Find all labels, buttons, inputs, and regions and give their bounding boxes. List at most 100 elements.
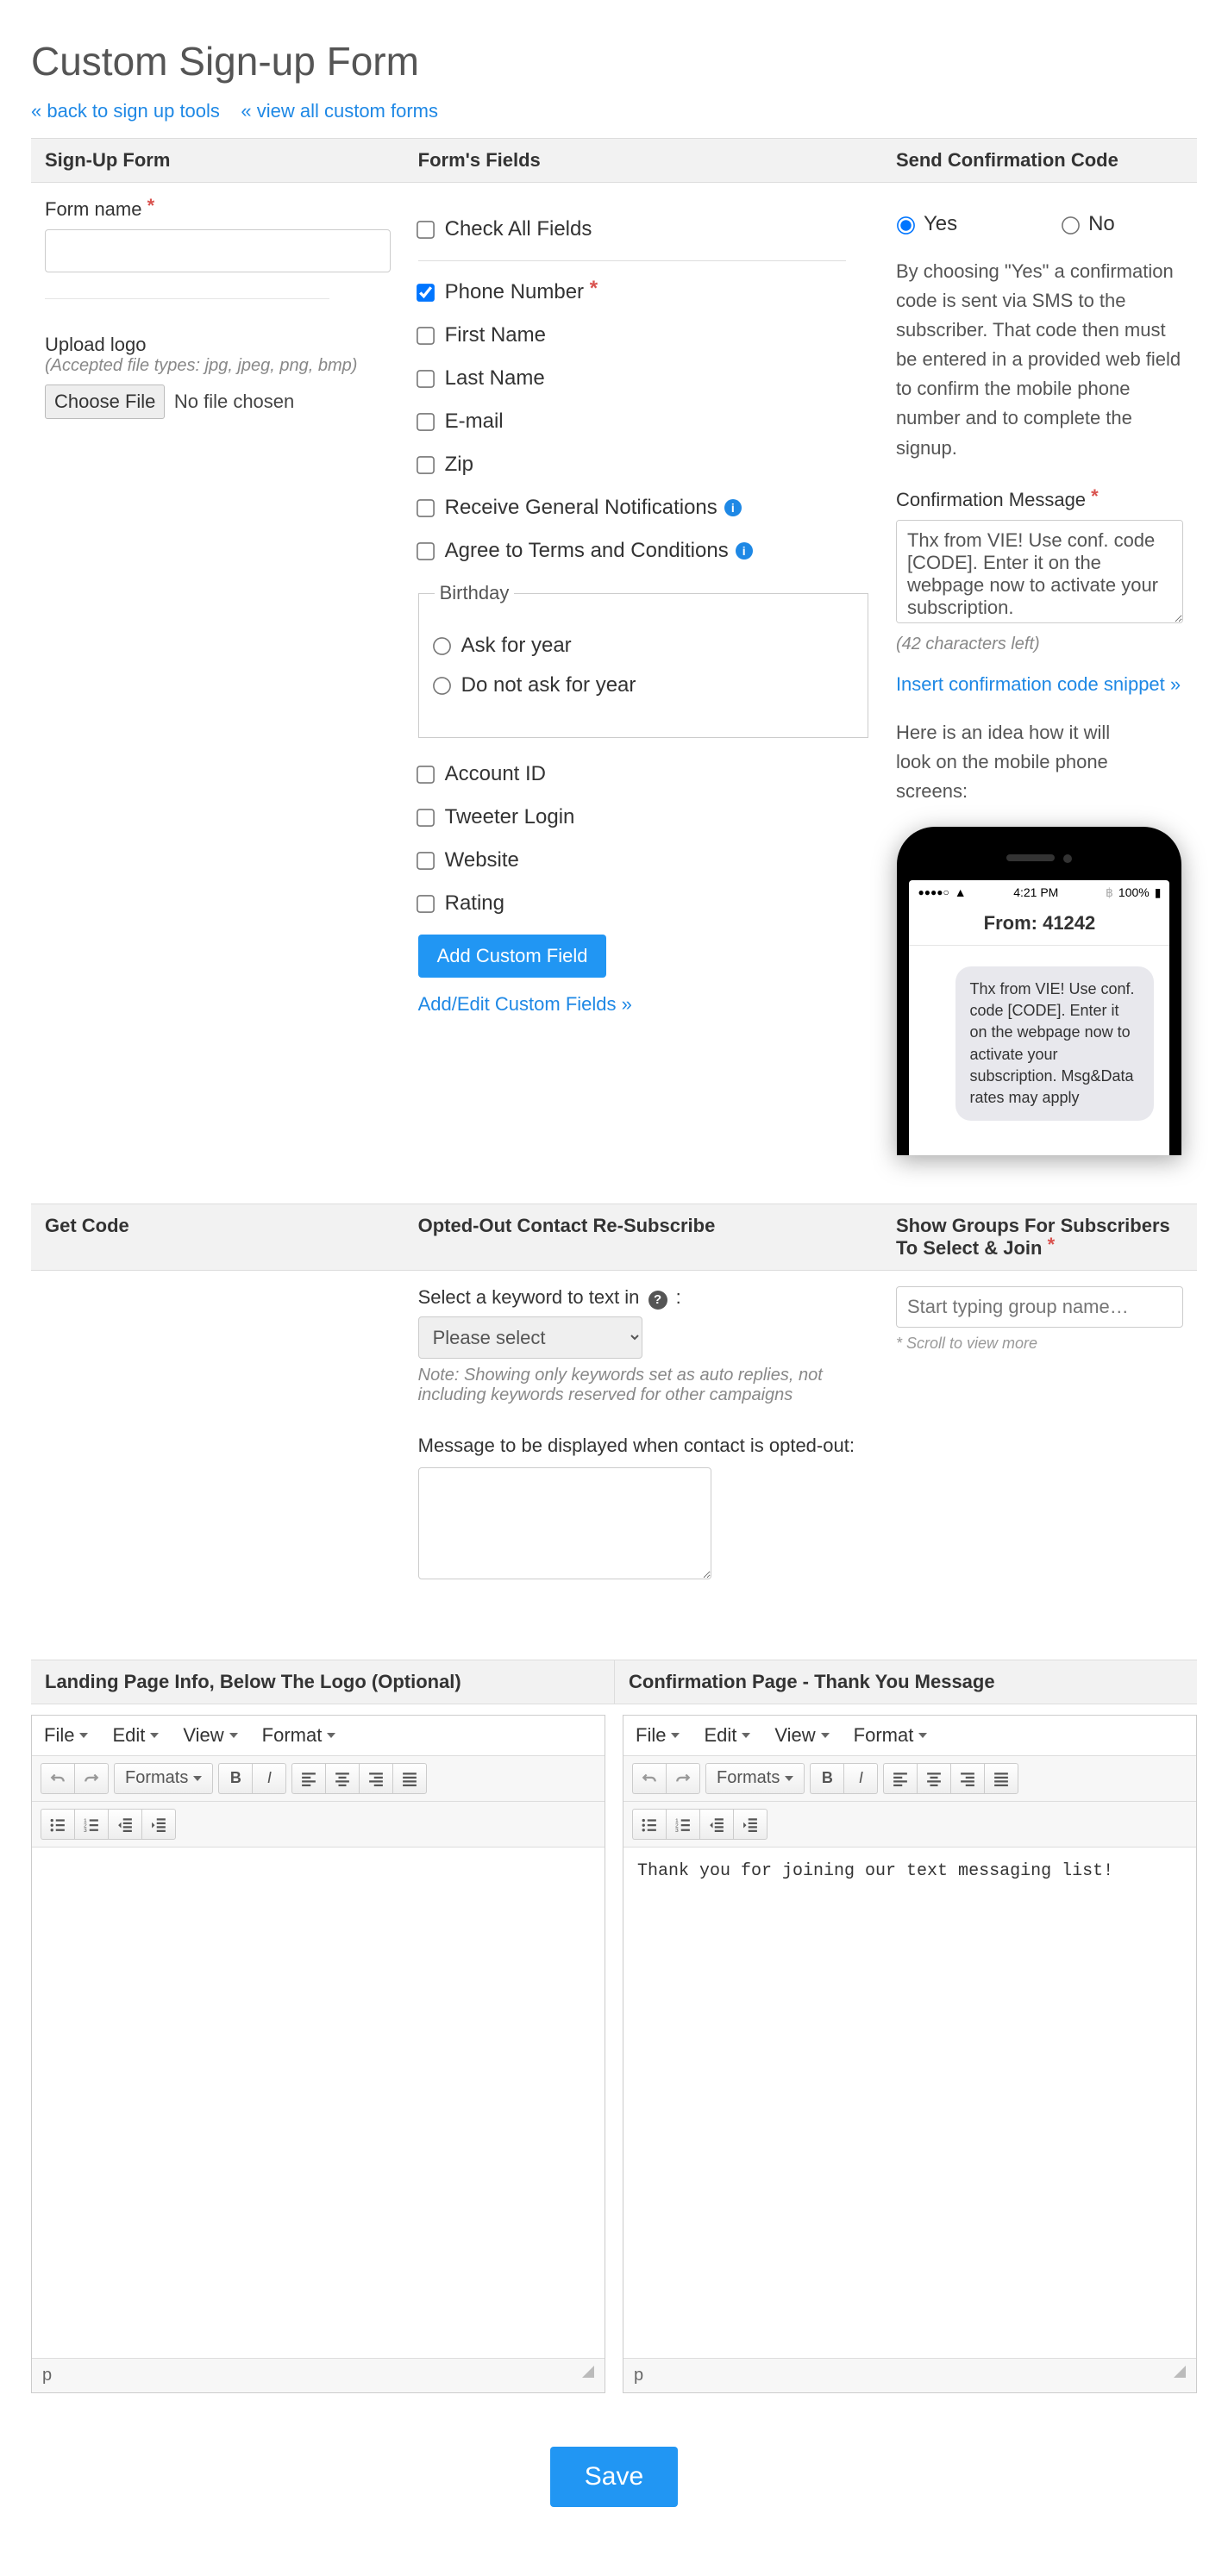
- number-list-button[interactable]: 123: [74, 1809, 108, 1840]
- field-checkbox[interactable]: [417, 456, 435, 474]
- editor-status-path: p: [634, 2366, 643, 2385]
- align-justify-button[interactable]: [984, 1763, 1018, 1794]
- page-title: Custom Sign-up Form: [31, 38, 1197, 84]
- indent-button[interactable]: [733, 1809, 768, 1840]
- formats-dropdown[interactable]: Formats: [705, 1763, 805, 1794]
- chevron-down-icon: [327, 1733, 335, 1738]
- undo-icon[interactable]: [632, 1763, 666, 1794]
- confirm-no-radio[interactable]: [1062, 216, 1080, 234]
- chevron-down-icon: [918, 1733, 927, 1738]
- back-link[interactable]: « back to sign up tools: [31, 100, 220, 122]
- editor-menu-view[interactable]: View: [762, 1716, 841, 1755]
- align-left-button[interactable]: [291, 1763, 325, 1794]
- italic-button[interactable]: I: [252, 1763, 286, 1794]
- header-get-code: Get Code: [31, 1204, 404, 1270]
- field-checkbox[interactable]: [417, 809, 435, 827]
- header-groups: Show Groups For Subscribers To Select & …: [882, 1204, 1197, 1270]
- check-all-fields[interactable]: [417, 221, 435, 239]
- chevron-down-icon: [821, 1733, 830, 1738]
- birthday-fieldset: Birthday Ask for year Do not ask for yea…: [418, 582, 868, 738]
- header-signup: Sign-Up Form: [31, 139, 404, 182]
- editor-menu-format[interactable]: Format: [250, 1716, 348, 1755]
- bold-button[interactable]: B: [218, 1763, 252, 1794]
- confirm-msg-textarea[interactable]: Thx from VIE! Use conf. code [CODE]. Ent…: [896, 520, 1183, 623]
- editor-content[interactable]: [32, 1848, 605, 2358]
- confirm-msg-label: Confirmation Message: [896, 489, 1183, 511]
- add-custom-field-button[interactable]: Add Custom Field: [418, 935, 607, 978]
- bold-button[interactable]: B: [810, 1763, 843, 1794]
- bullet-list-button[interactable]: [41, 1809, 74, 1840]
- redo-icon[interactable]: [666, 1763, 700, 1794]
- chars-left: (42 characters left): [896, 635, 1183, 654]
- field-label: Agree to Terms and Conditions: [445, 539, 729, 563]
- align-center-button[interactable]: [917, 1763, 950, 1794]
- birthday-no-year[interactable]: [433, 677, 451, 695]
- align-right-button[interactable]: [359, 1763, 392, 1794]
- help-icon[interactable]: ?: [648, 1291, 667, 1310]
- field-checkbox[interactable]: [417, 542, 435, 560]
- resize-grip[interactable]: [582, 2366, 594, 2378]
- upload-logo-hint: (Accepted file types: jpg, jpeg, png, bm…: [45, 356, 391, 376]
- confirm-yes-radio[interactable]: [897, 216, 915, 234]
- align-right-button[interactable]: [950, 1763, 984, 1794]
- editor-menu-file[interactable]: File: [623, 1716, 692, 1755]
- file-status: No file chosen: [174, 391, 294, 412]
- field-label: Receive General Notifications: [445, 496, 717, 520]
- save-button[interactable]: Save: [550, 2447, 678, 2507]
- confirm-no-label[interactable]: No: [1061, 212, 1115, 236]
- edit-custom-fields-link[interactable]: Add/Edit Custom Fields »: [418, 993, 632, 1015]
- field-checkbox[interactable]: [417, 852, 435, 870]
- editor-status-path: p: [42, 2366, 52, 2385]
- field-checkbox[interactable]: [417, 766, 435, 784]
- field-checkbox[interactable]: [417, 413, 435, 431]
- outdent-button[interactable]: [699, 1809, 733, 1840]
- field-label: Account ID: [445, 762, 546, 786]
- birthday-ask-year[interactable]: [433, 637, 451, 655]
- bullet-list-button[interactable]: [632, 1809, 666, 1840]
- view-all-link[interactable]: « view all custom forms: [241, 100, 438, 122]
- italic-button[interactable]: I: [843, 1763, 878, 1794]
- chevron-down-icon: [229, 1733, 238, 1738]
- editor-content[interactable]: Thank you for joining our text messaging…: [623, 1848, 1196, 2358]
- formats-dropdown[interactable]: Formats: [114, 1763, 213, 1794]
- opted-out-textarea[interactable]: [418, 1467, 711, 1579]
- info-icon[interactable]: i: [724, 499, 742, 516]
- number-list-button[interactable]: 123: [666, 1809, 699, 1840]
- field-checkbox[interactable]: [417, 284, 435, 302]
- header-fields: Form's Fields: [404, 139, 882, 182]
- field-label: First Name: [445, 323, 546, 347]
- info-icon[interactable]: i: [736, 542, 753, 560]
- align-justify-button[interactable]: [392, 1763, 427, 1794]
- confirm-yes-label[interactable]: Yes: [896, 212, 957, 236]
- chevron-down-icon: [785, 1776, 793, 1781]
- undo-icon[interactable]: [41, 1763, 74, 1794]
- field-label: Phone Number: [445, 280, 598, 304]
- choose-file-button[interactable]: Choose File: [45, 385, 165, 419]
- confirm-description: By choosing "Yes" a confirmation code is…: [896, 257, 1183, 463]
- header-confirm: Send Confirmation Code: [882, 139, 1197, 182]
- editor-menu-file[interactable]: File: [32, 1716, 100, 1755]
- align-left-button[interactable]: [883, 1763, 917, 1794]
- outdent-button[interactable]: [108, 1809, 141, 1840]
- insert-snippet-link[interactable]: Insert confirmation code snippet »: [896, 673, 1181, 695]
- editor-menu-view[interactable]: View: [171, 1716, 249, 1755]
- opted-out-label: Message to be displayed when contact is …: [418, 1435, 868, 1457]
- editor-menu-edit[interactable]: Edit: [100, 1716, 171, 1755]
- redo-icon[interactable]: [74, 1763, 109, 1794]
- resize-grip[interactable]: [1174, 2366, 1186, 2378]
- birthday-legend: Birthday: [435, 582, 515, 604]
- form-name-input[interactable]: [45, 229, 391, 272]
- field-checkbox[interactable]: [417, 895, 435, 913]
- field-checkbox[interactable]: [417, 327, 435, 345]
- field-checkbox[interactable]: [417, 370, 435, 388]
- header-resub: Opted-Out Contact Re-Subscribe: [404, 1204, 882, 1270]
- editor-menu-edit[interactable]: Edit: [692, 1716, 762, 1755]
- wifi-icon: ▲: [955, 885, 967, 899]
- keyword-select[interactable]: Please select: [418, 1316, 642, 1359]
- editor-menu-format[interactable]: Format: [842, 1716, 940, 1755]
- indent-button[interactable]: [141, 1809, 176, 1840]
- align-center-button[interactable]: [325, 1763, 359, 1794]
- field-checkbox[interactable]: [417, 499, 435, 517]
- group-name-input[interactable]: [896, 1286, 1183, 1328]
- header-landing: Landing Page Info, Below The Logo (Optio…: [31, 1660, 614, 1704]
